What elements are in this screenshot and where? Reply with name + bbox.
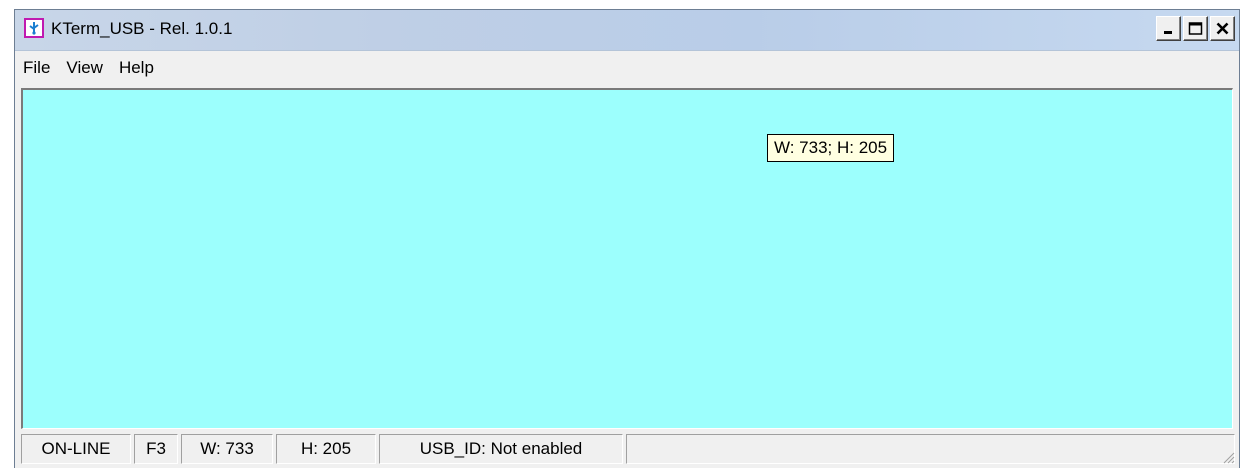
status-usb-id: USB_ID: Not enabled [379, 434, 623, 464]
maximize-button[interactable] [1183, 16, 1208, 41]
minimize-icon [1164, 31, 1172, 34]
menu-help[interactable]: Help [111, 51, 162, 85]
status-connection: ON-LINE [21, 434, 131, 464]
maximize-icon [1188, 22, 1203, 35]
menu-file[interactable]: File [15, 51, 58, 85]
terminal-area[interactable]: W: 733; H: 205 [21, 88, 1233, 429]
size-tooltip: W: 733; H: 205 [767, 134, 895, 162]
usb-icon[interactable] [24, 18, 44, 38]
status-function-key: F3 [134, 434, 178, 464]
menu-bar: File View Help [15, 51, 1239, 85]
app-window: KTerm_USB - Rel. 1.0.1 File View Help W:… [14, 9, 1240, 468]
status-width: W: 733 [181, 434, 273, 464]
window-controls [1156, 16, 1235, 41]
close-icon [1216, 22, 1229, 35]
close-button[interactable] [1210, 16, 1235, 41]
resize-grip-icon[interactable] [1221, 450, 1235, 464]
minimize-button[interactable] [1156, 16, 1181, 41]
status-extra [626, 434, 1235, 464]
title-bar[interactable]: KTerm_USB - Rel. 1.0.1 [15, 10, 1239, 51]
status-bar: ON-LINE F3 W: 733 H: 205 USB_ID: Not ena… [15, 432, 1239, 468]
window-title: KTerm_USB - Rel. 1.0.1 [51, 19, 233, 38]
status-height: H: 205 [276, 434, 376, 464]
menu-view[interactable]: View [58, 51, 111, 85]
